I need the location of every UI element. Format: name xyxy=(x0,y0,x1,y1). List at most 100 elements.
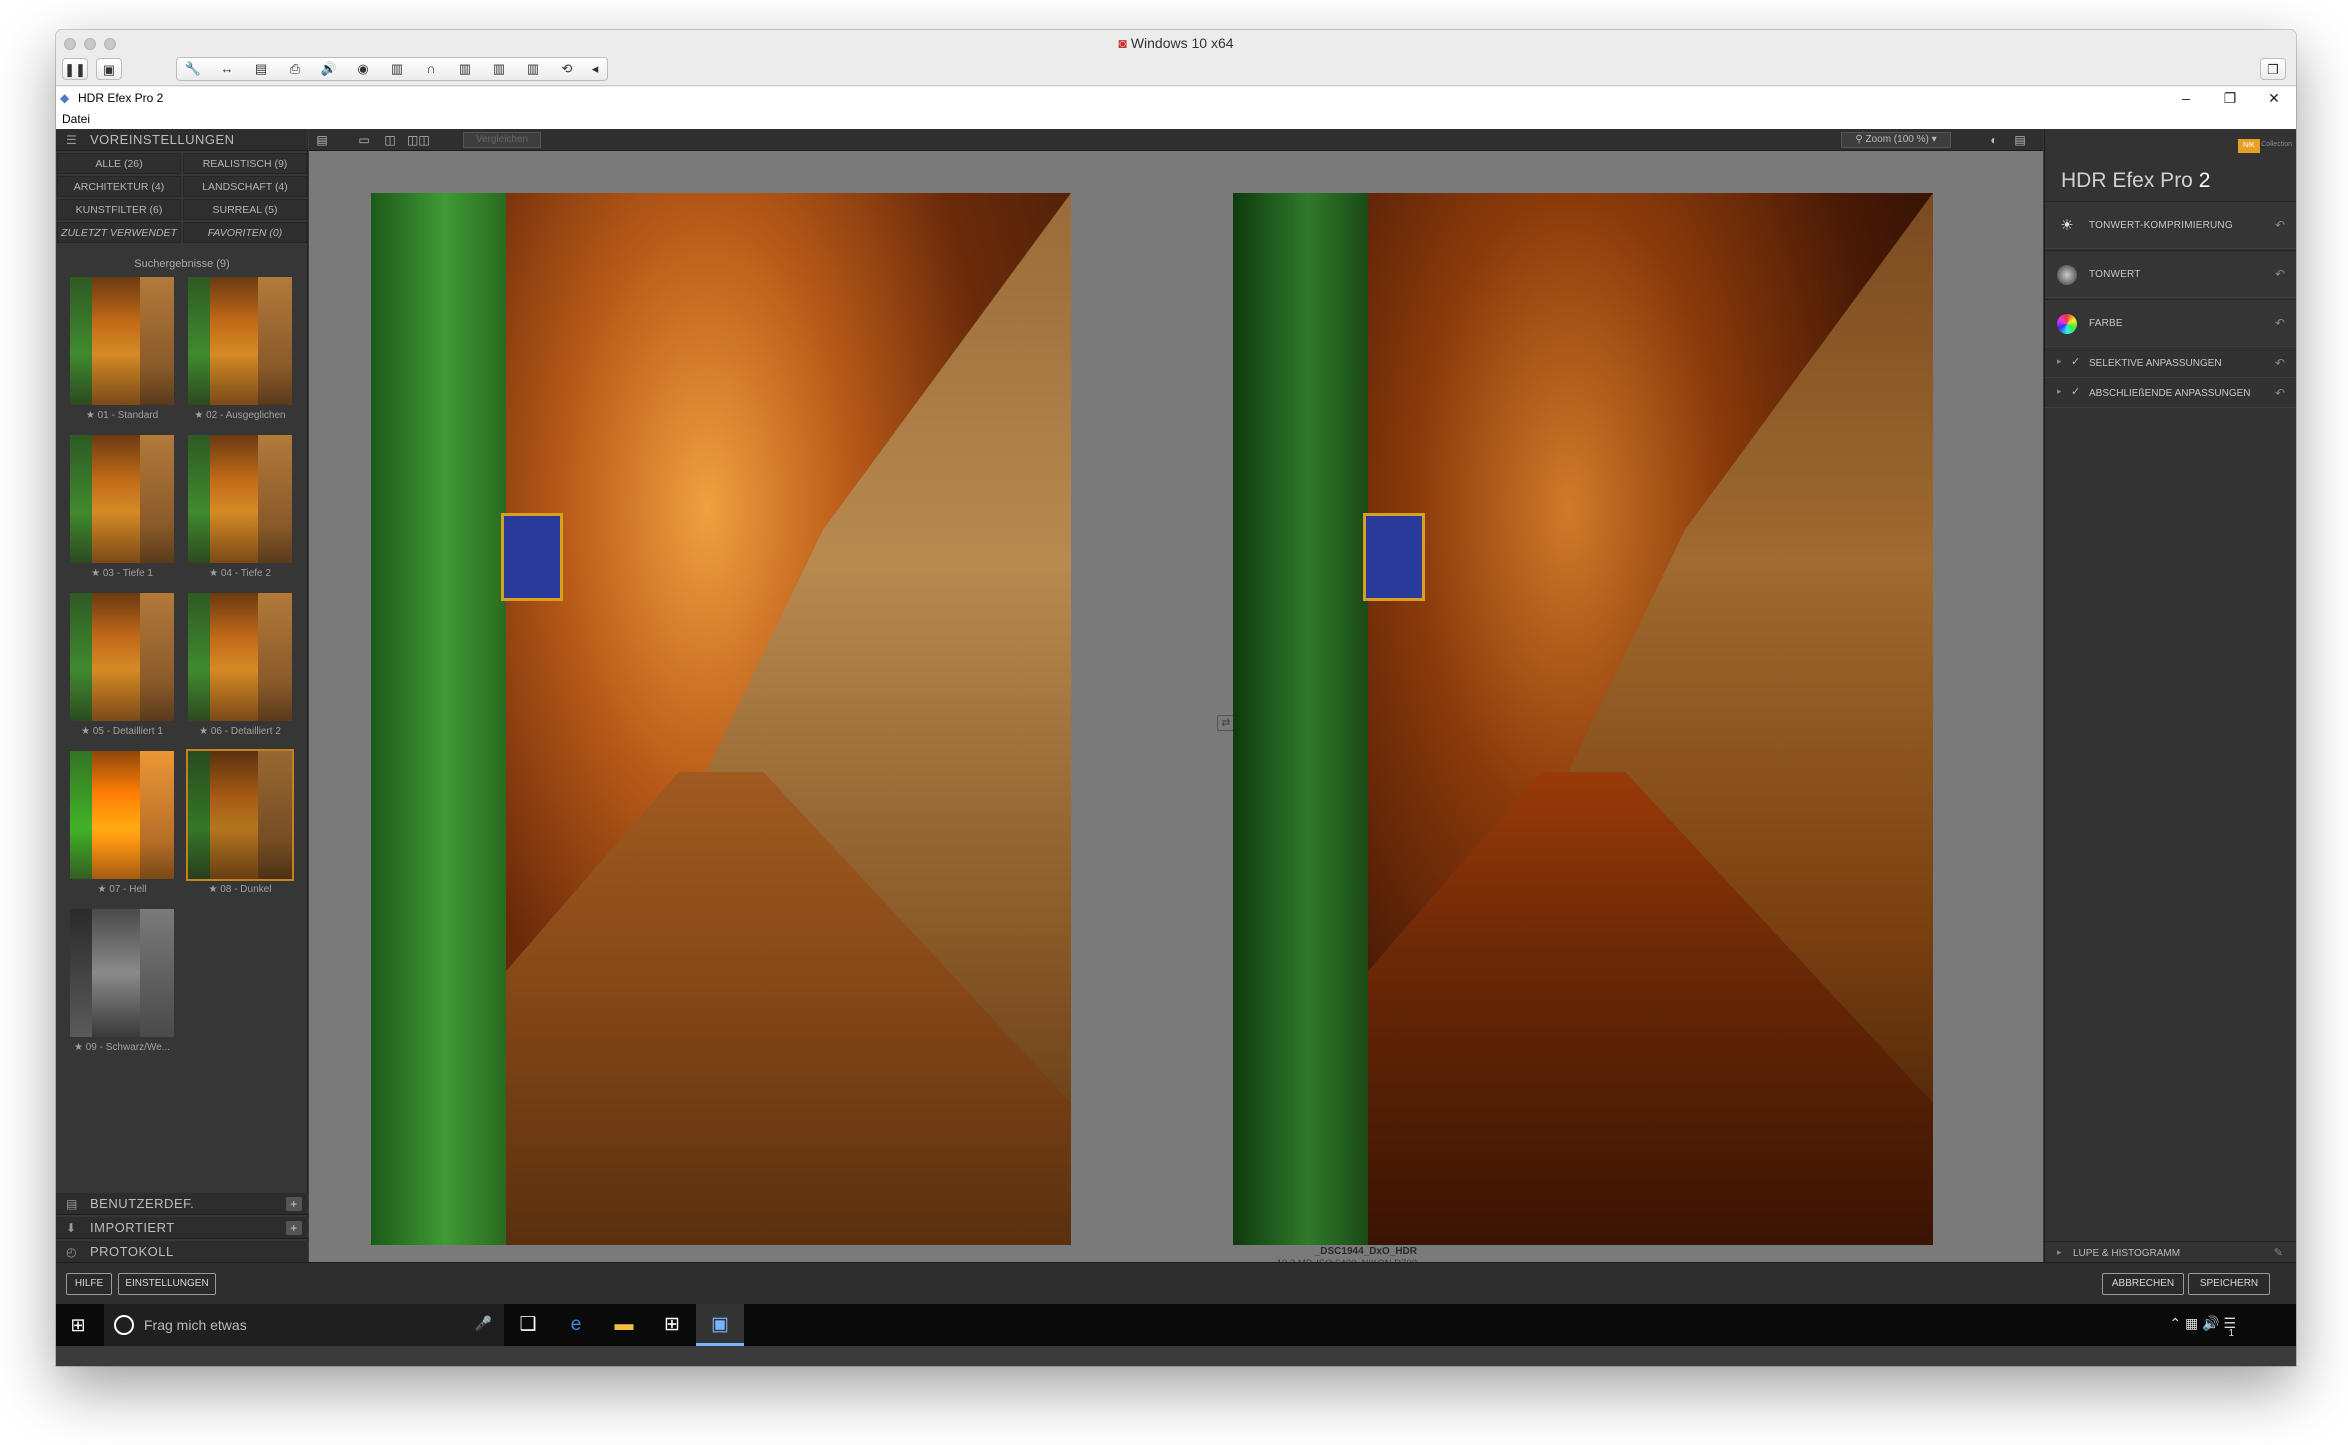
expand-icon[interactable]: ▸ xyxy=(2057,386,2062,397)
preset-thumbnail[interactable] xyxy=(70,435,174,563)
settings-button[interactable]: EINSTELLUNGEN xyxy=(118,1273,216,1295)
cancel-button[interactable]: ABBRECHEN xyxy=(2102,1273,2184,1295)
restore-icon[interactable]: ❐ xyxy=(2208,87,2252,109)
preset-label: ★ 01 - Standard xyxy=(85,410,159,421)
usb-icon[interactable]: ▥ xyxy=(487,58,511,80)
close-icon[interactable]: ✕ xyxy=(2252,87,2296,109)
reset-icon[interactable]: ↶ xyxy=(2275,267,2285,281)
split-view-icon[interactable]: ◫ xyxy=(381,132,399,148)
mac-vm-window: ◙ Windows 10 x64 ❚❚ ▣ 🔧 ↔ ▤ ⎙ 🔊 ◉ ▥ ∩ ▥ … xyxy=(56,30,2296,1366)
disk-icon[interactable]: ▤ xyxy=(249,58,273,80)
preset-label: ★ 08 - Dunkel xyxy=(208,884,272,895)
pin-icon[interactable]: ✎ xyxy=(2274,1246,2283,1259)
panel-toggle-icon[interactable]: ▤ xyxy=(2011,132,2029,148)
window-title-bar: ◆ HDR Efex Pro 2 xyxy=(56,87,2296,109)
wrench-icon[interactable]: 🔧 xyxy=(181,58,205,80)
section-user-defined[interactable]: ▤ BENUTZERDEF. + xyxy=(56,1193,308,1215)
category-favorites[interactable]: FAVORITEN (0) xyxy=(183,222,307,243)
sync-icon[interactable]: ⟲ xyxy=(555,58,579,80)
checkbox[interactable]: ✓ xyxy=(2071,385,2080,398)
tone-icon xyxy=(2057,265,2077,285)
category-recent[interactable]: ZULETZT VERWENDET xyxy=(57,222,181,243)
preset-thumbnail[interactable] xyxy=(70,277,174,405)
usb-icon[interactable]: ▥ xyxy=(521,58,545,80)
network-icon[interactable]: ▦ xyxy=(2185,1315,2198,1331)
filter-tone[interactable]: TONWERT ↶ xyxy=(2045,250,2296,298)
save-button[interactable]: SPEICHERN xyxy=(2188,1273,2270,1295)
expand-icon[interactable]: ▸ xyxy=(2057,356,2062,367)
fullscreen-icon[interactable]: ❐ xyxy=(2260,58,2286,80)
speaker-icon[interactable]: 🔊 xyxy=(317,58,341,80)
section-history[interactable]: ◴ PROTOKOLL xyxy=(56,1241,308,1263)
reset-icon[interactable]: ↶ xyxy=(2275,386,2285,400)
reset-icon[interactable]: ↶ xyxy=(2275,356,2285,370)
product-title: HDR Efex Pro 2 xyxy=(2061,169,2211,192)
reset-icon[interactable]: ↶ xyxy=(2275,218,2285,232)
edge-icon[interactable]: e xyxy=(552,1304,600,1346)
panel-toggle-icon[interactable]: ▤ xyxy=(313,132,331,148)
background-icon[interactable]: ◐ xyxy=(1985,132,2003,148)
printer-icon[interactable]: ⎙ xyxy=(283,58,307,80)
image-banner xyxy=(501,513,563,601)
category-all[interactable]: ALLE (26) xyxy=(57,153,181,174)
selective-adjustments[interactable]: ▸ ✓ SELEKTIVE ANPASSUNGEN ↶ xyxy=(2045,348,2296,378)
resize-arrows-icon[interactable]: ↔ xyxy=(215,58,239,80)
minimize-icon[interactable]: – xyxy=(2164,87,2208,109)
windows-start-icon[interactable]: ⊞ xyxy=(66,1314,90,1336)
headset-icon[interactable]: ∩ xyxy=(419,58,443,80)
expand-icon[interactable]: ▸ xyxy=(2057,1247,2062,1258)
single-view-icon[interactable]: ▭ xyxy=(355,132,373,148)
add-icon[interactable]: + xyxy=(286,1221,302,1235)
cortana-search[interactable]: Frag mich etwas 🎤 xyxy=(104,1304,504,1346)
loupe-histogram[interactable]: ▸ LUPE & HISTOGRAMM ✎ xyxy=(2045,1241,2296,1263)
finishing-adjustments[interactable]: ▸ ✓ ABSCHLIEßENDE ANPASSUNGEN ↶ xyxy=(2045,378,2296,408)
preset-label: ★ 05 - Detailliert 1 xyxy=(81,726,163,737)
chevron-up-icon[interactable]: ⌃ xyxy=(2169,1315,2181,1331)
preset-thumbnail[interactable] xyxy=(70,909,174,1037)
hdr-efex-taskbar-icon[interactable]: ▣ xyxy=(696,1304,744,1346)
usb-icon[interactable]: ▥ xyxy=(385,58,409,80)
preset-thumbnail[interactable] xyxy=(188,277,292,405)
volume-icon[interactable]: 🔊 xyxy=(2202,1315,2219,1331)
category-landscape[interactable]: LANDSCHAFT (4) xyxy=(183,176,307,197)
file-explorer-icon[interactable]: ▬ xyxy=(600,1304,648,1346)
category-architecture[interactable]: ARCHITEKTUR (4) xyxy=(57,176,181,197)
add-icon[interactable]: + xyxy=(286,1197,302,1211)
preset-thumbnail[interactable] xyxy=(70,751,174,879)
cortana-icon xyxy=(114,1315,134,1335)
preset-thumbnail[interactable] xyxy=(188,593,292,721)
history-icon: ◴ xyxy=(66,1245,77,1259)
presets-header[interactable]: ☰ VOREINSTELLUNGEN xyxy=(56,129,308,151)
chevron-left-icon[interactable]: ◂ xyxy=(583,58,607,80)
preset-thumbnail[interactable] xyxy=(70,593,174,721)
task-view-icon[interactable]: ❑ xyxy=(504,1304,552,1346)
checkbox[interactable]: ✓ xyxy=(2071,355,2080,368)
category-realistic[interactable]: REALISTISCH (9) xyxy=(183,153,307,174)
collection-label: Collection xyxy=(2261,141,2292,148)
processed-image[interactable] xyxy=(1233,193,1933,1245)
vm-toolbar: ❚❚ ▣ 🔧 ↔ ▤ ⎙ 🔊 ◉ ▥ ∩ ▥ ▥ ▥ ⟲ ◂ ❐ xyxy=(56,54,2296,86)
help-button[interactable]: HILFE xyxy=(66,1273,112,1295)
preset-label: ★ 07 - Hell xyxy=(97,884,147,895)
side-by-side-icon[interactable]: ◫◫ xyxy=(407,132,430,148)
store-icon[interactable]: ⊞ xyxy=(648,1304,696,1346)
pause-icon[interactable]: ❚❚ xyxy=(62,58,88,80)
preset-thumbnail[interactable] xyxy=(188,435,292,563)
filter-color[interactable]: FARBE ↶ xyxy=(2045,299,2296,347)
preset-thumbnail-selected[interactable] xyxy=(186,749,294,881)
category-surreal[interactable]: SURREAL (5) xyxy=(183,199,307,220)
reset-icon[interactable]: ↶ xyxy=(2275,316,2285,330)
menu-datei[interactable]: Datei xyxy=(62,112,90,126)
preset-label: ★ 04 - Tiefe 2 xyxy=(209,568,271,579)
usb-icon[interactable]: ▥ xyxy=(453,58,477,80)
original-image[interactable] xyxy=(371,193,1071,1245)
microphone-icon[interactable]: 🎤 xyxy=(475,1315,492,1332)
category-artistic[interactable]: KUNSTFILTER (6) xyxy=(57,199,181,220)
section-imported[interactable]: ⬇ IMPORTIERT + xyxy=(56,1217,308,1239)
compare-button[interactable]: Vergleichen xyxy=(463,132,541,148)
filter-tone-compression[interactable]: ☀ TONWERT-KOMPRIMIERUNG ↶ xyxy=(2045,201,2296,249)
camera-icon[interactable]: ◉ xyxy=(351,58,375,80)
snapshot-icon[interactable]: ▣ xyxy=(96,58,122,80)
zoom-select[interactable]: ⚲ Zoom (100 %) ▾ xyxy=(1841,132,1951,148)
app-window: ◆ HDR Efex Pro 2 – ❐ ✕ Datei ☰ VOREINSTEL… xyxy=(56,87,2296,1366)
